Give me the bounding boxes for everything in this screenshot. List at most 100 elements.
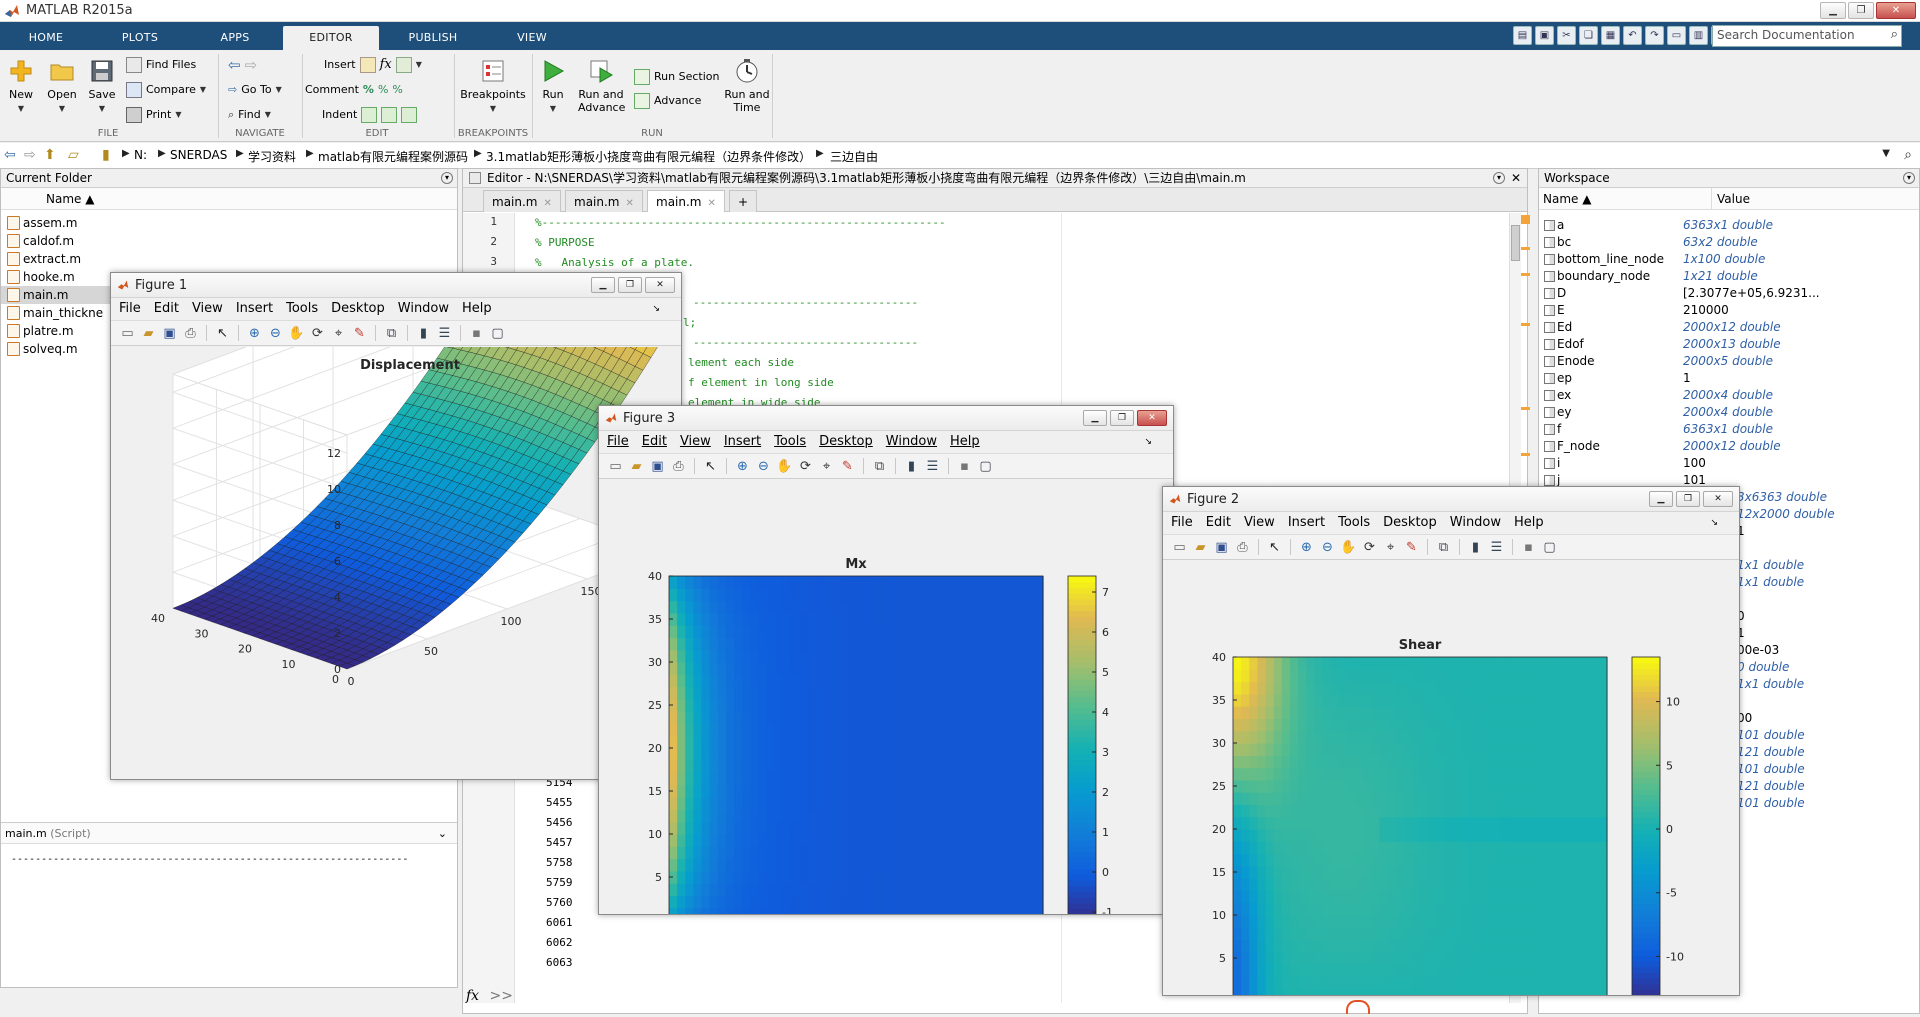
code-line[interactable]: 5758 (546, 855, 573, 871)
details-header[interactable]: main.m (Script) ⌄ (1, 822, 457, 844)
maximize-button[interactable]: ❐ (1110, 410, 1134, 426)
list-item[interactable]: extract.m (1, 250, 457, 268)
zoom-out-icon[interactable]: ⊖ (1319, 539, 1336, 556)
figure-title-bar[interactable]: Figure 3 ▁ ❐ ✕ (599, 406, 1173, 431)
maximize-button[interactable]: ❐ (1848, 2, 1874, 19)
edit-plot-icon[interactable]: ↖ (214, 325, 231, 342)
warning-marker[interactable] (1521, 407, 1530, 410)
close-tab-icon[interactable]: ✕ (708, 198, 716, 209)
save-figure-icon[interactable]: ▣ (161, 325, 178, 342)
new-figure-icon[interactable]: ▭ (119, 325, 136, 342)
switch-windows-icon[interactable]: ▭ (1667, 26, 1686, 45)
editor-tab-active[interactable]: main.m ✕ (647, 190, 725, 212)
colorbar-icon[interactable]: ▮ (415, 325, 432, 342)
brush-icon[interactable]: ✎ (351, 325, 368, 342)
advance-button[interactable]: Advance (634, 92, 701, 110)
scrollbar-thumb[interactable] (1511, 225, 1520, 261)
print-figure-icon[interactable]: ⎙ (182, 325, 199, 342)
menu-desktop[interactable]: Desktop (819, 434, 873, 449)
maximize-button[interactable]: ❐ (1676, 491, 1700, 507)
colorbar[interactable] (1068, 576, 1096, 914)
open-file-icon[interactable]: ▰ (140, 325, 157, 342)
edit-plot-icon[interactable]: ↖ (1266, 539, 1283, 556)
menu-help[interactable]: Help (1514, 515, 1544, 530)
cut-icon[interactable]: ✂ (1557, 26, 1576, 45)
open-button[interactable]: Open ▼ (44, 58, 80, 115)
data-cursor-icon[interactable]: ⌖ (1382, 539, 1399, 556)
data-cursor-icon[interactable]: ⌖ (818, 458, 835, 475)
menu-tools[interactable]: Tools (774, 434, 806, 449)
edit-plot-icon[interactable]: ↖ (702, 458, 719, 475)
menu-help[interactable]: Help (462, 301, 492, 316)
close-button[interactable]: ✕ (1876, 2, 1916, 19)
run-and-time-button[interactable]: Run and Time (722, 58, 772, 114)
editor-tab[interactable]: main.m ✕ (565, 190, 643, 212)
code-line[interactable]: % PURPOSE (535, 235, 595, 251)
pan-icon[interactable]: ✋ (288, 325, 305, 342)
colorbar[interactable] (1632, 657, 1660, 995)
warning-marker[interactable] (1521, 453, 1530, 456)
dock-icon[interactable]: ↘ (652, 298, 660, 320)
menu-window[interactable]: Window (398, 301, 449, 316)
print-button[interactable]: Print ▼ (126, 106, 181, 124)
go-to-button[interactable]: ⇨ Go To ▼ (228, 81, 282, 99)
code-line[interactable]: 5456 (546, 815, 573, 831)
hide-plot-tools-icon[interactable]: ▪ (1520, 539, 1537, 556)
preferences-icon[interactable]: ▥ (1689, 26, 1708, 45)
menu-insert[interactable]: Insert (724, 434, 761, 449)
table-row[interactable]: ep 1 (1539, 370, 1899, 387)
menu-desktop[interactable]: Desktop (331, 301, 385, 316)
tab-publish[interactable]: PUBLISH (384, 26, 482, 50)
tab-home[interactable]: HOME (14, 26, 78, 50)
workspace-value-column[interactable]: Value (1717, 188, 1750, 210)
find-button[interactable]: ⌕ Find ▼ (228, 106, 271, 124)
minimize-button[interactable]: ▁ (1083, 410, 1107, 426)
zoom-out-icon[interactable]: ⊖ (755, 458, 772, 475)
layout-icon[interactable]: ▤ (1513, 26, 1532, 45)
table-row[interactable]: F_node 2000x12 double (1539, 438, 1899, 455)
print-figure-icon[interactable]: ⎙ (670, 458, 687, 475)
code-line[interactable]: 5760 (546, 895, 573, 911)
dock-icon[interactable]: ↘ (1144, 431, 1152, 453)
menu-view[interactable]: View (1244, 515, 1275, 530)
menu-edit[interactable]: Edit (1206, 515, 1231, 530)
redo-icon[interactable]: ↷ (1645, 26, 1664, 45)
warning-marker[interactable] (1521, 247, 1530, 250)
brush-icon[interactable]: ✎ (1403, 539, 1420, 556)
path-segment-project[interactable]: 3.1matlab矩形薄板小挠度弯曲有限元编程（边界条件修改） (486, 148, 811, 165)
save-button[interactable]: Save ▼ (84, 58, 120, 115)
save-figure-icon[interactable]: ▣ (1213, 539, 1230, 556)
up-folder-icon[interactable]: ⬆ (44, 147, 56, 163)
table-row[interactable]: f 6363x1 double (1539, 421, 1899, 438)
menu-view[interactable]: View (680, 434, 711, 449)
open-file-icon[interactable]: ▰ (628, 458, 645, 475)
close-tab-icon[interactable]: ✕ (626, 198, 634, 209)
menu-edit[interactable]: Edit (642, 434, 667, 449)
link-plot-icon[interactable]: ⧉ (383, 325, 400, 342)
colorbar-icon[interactable]: ▮ (1467, 539, 1484, 556)
chevron-down-icon[interactable]: ⌄ (438, 823, 447, 845)
print-figure-icon[interactable]: ⎙ (1234, 539, 1251, 556)
code-line[interactable]: %---------------------------------------… (535, 215, 946, 231)
table-row[interactable]: ex 2000x4 double (1539, 387, 1899, 404)
menu-desktop[interactable]: Desktop (1383, 515, 1437, 530)
panel-menu-icon[interactable]: ▾ (441, 172, 453, 184)
back-icon[interactable]: ⇦ (4, 147, 16, 163)
workspace-column-header[interactable]: Name ▲ Value (1539, 188, 1919, 210)
code-line[interactable]: f element in long side (688, 375, 834, 391)
warning-marker[interactable] (1521, 273, 1530, 276)
path-segment-study[interactable]: 学习资料 (248, 148, 296, 165)
legend-icon[interactable]: ☰ (924, 458, 941, 475)
colorbar-icon[interactable]: ▮ (903, 458, 920, 475)
minimize-button[interactable]: ▁ (1649, 491, 1673, 507)
pan-icon[interactable]: ✋ (1340, 539, 1357, 556)
legend-icon[interactable]: ☰ (436, 325, 453, 342)
paste-icon[interactable]: ▦ (1601, 26, 1620, 45)
show-plot-tools-icon[interactable]: ▢ (977, 458, 994, 475)
table-row[interactable]: D [2.3077e+05,6.9231... (1539, 285, 1899, 302)
run-section-button[interactable]: Run Section (634, 68, 719, 86)
table-row[interactable]: Ed 2000x12 double (1539, 319, 1899, 336)
new-figure-icon[interactable]: ▭ (1171, 539, 1188, 556)
search-documentation-input[interactable]: Search Documentation ⌕ (1712, 25, 1902, 47)
pan-icon[interactable]: ✋ (776, 458, 793, 475)
